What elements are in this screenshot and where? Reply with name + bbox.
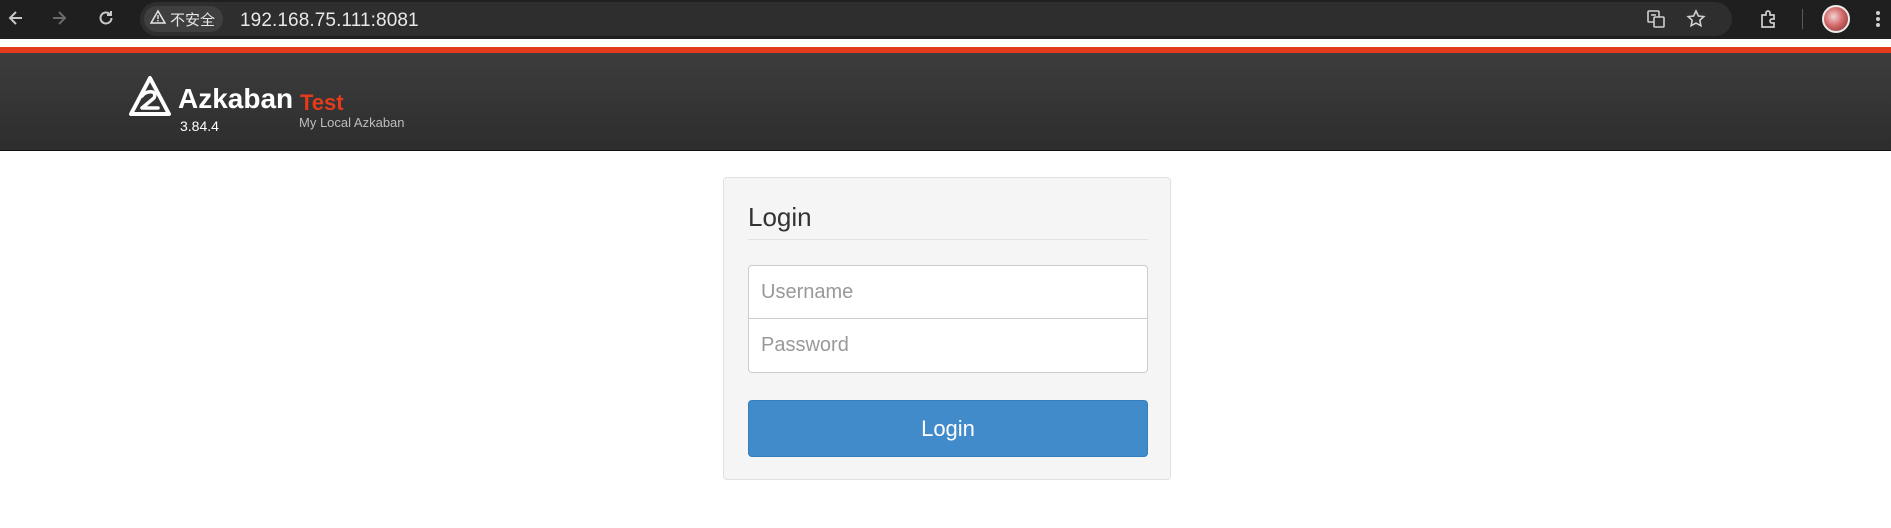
menu-icon[interactable] [1870,6,1886,32]
brand-version: 3.84.4 [180,118,219,134]
app-header: Azkaban 3.84.4 Test My Local Azkaban [0,53,1891,151]
warning-icon [149,9,167,29]
bookmark-star-icon[interactable] [1684,7,1708,31]
environment-name: Test [300,90,344,115]
translate-icon[interactable] [1644,7,1668,31]
azkaban-logo-icon[interactable] [128,76,172,118]
login-button[interactable]: Login [748,400,1148,457]
login-title-divider [748,239,1148,240]
toolbar-divider [1802,9,1803,29]
browser-toolbar: 不安全 192.168.75.111:8081 [0,0,1891,39]
brand-name[interactable]: Azkaban [178,83,293,115]
address-bar[interactable]: 不安全 192.168.75.111:8081 [140,2,1732,36]
reload-icon[interactable] [94,6,118,30]
password-input[interactable] [748,319,1148,373]
extensions-icon[interactable] [1756,6,1782,32]
security-label: 不安全 [170,11,216,29]
login-button-label: Login [921,415,975,441]
profile-avatar[interactable] [1822,5,1850,33]
environment-description: My Local Azkaban [299,115,405,130]
back-icon[interactable] [4,6,28,30]
url-text[interactable]: 192.168.75.111:8081 [240,10,419,32]
login-panel: Login Login [723,177,1171,480]
username-input[interactable] [748,265,1148,319]
security-chip[interactable]: 不安全 [144,6,224,32]
forward-icon[interactable] [47,6,71,30]
login-title: Login [748,202,812,232]
